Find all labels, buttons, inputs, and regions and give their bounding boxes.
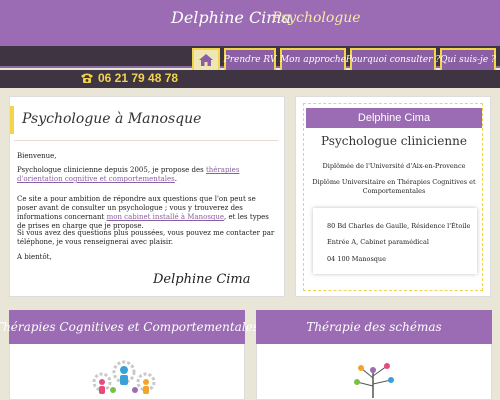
home-icon [199, 54, 213, 66]
greeting-text: Bienvenue, [17, 152, 57, 160]
intro-paragraph-3: Si vous avez des questions plus poussées… [17, 229, 275, 246]
phone-bar [0, 70, 500, 88]
signature: Delphine Cima [153, 272, 251, 287]
phone-number[interactable]: 06 21 79 48 78 [98, 71, 178, 85]
nav-item-mon-approche[interactable]: Mon approche [280, 48, 346, 70]
gears-people-illustration [92, 360, 156, 394]
nav-item-qui-suis-je[interactable]: Qui suis-je ? [440, 48, 496, 70]
divider [14, 140, 278, 141]
nav-item-pourquoi-consulter[interactable]: Pourquoi consulter ? [346, 48, 440, 70]
page-title: Psychologue à Manosque [22, 111, 202, 127]
schema-illustration [354, 363, 394, 398]
nav-item-prendre-rv[interactable]: Prendre RV [224, 48, 276, 70]
p2-text-after: . [174, 175, 178, 183]
title-accent-bar [10, 106, 14, 134]
cabinet-link[interactable]: mon cabinet installé à Manosque [107, 213, 224, 221]
address-line-3: 04 100 Manosque [327, 255, 386, 263]
address-line-1: 80 Bd Charles de Gaulle, Résidence l'Éto… [327, 222, 471, 230]
intro-paragraph-1: Psychologue clinicienne depuis 2005, je … [17, 166, 275, 184]
phone-contact[interactable]: 06 21 79 48 78 [80, 71, 178, 85]
phone-icon [81, 73, 93, 83]
diploma-line-1: Diplômée de l'Université d'Aix-en-Proven… [322, 162, 466, 170]
address-line-2: Entrée A, Cabinet paramédical [327, 238, 429, 246]
diploma-line-2: Diplôme Universitaire en Thérapies Cogni… [312, 178, 476, 195]
p2-text-before: Psychologue clinicienne depuis 2005, je … [17, 166, 206, 174]
site-tagline: Psychologue [272, 10, 361, 26]
info-card-title: Psychologue clinicienne [321, 134, 467, 148]
intro-paragraph-2: Ce site a pour ambition de répondre aux … [17, 195, 275, 231]
info-card-name: Delphine Cima [306, 108, 482, 128]
tcc-card-title[interactable]: Thérapies Cognitives et Comportementales [0, 310, 259, 344]
schema-card-title[interactable]: Thérapie des schémas [256, 310, 492, 344]
intro-closing: A bientôt, [17, 253, 52, 261]
nav-home-button[interactable] [192, 48, 220, 70]
